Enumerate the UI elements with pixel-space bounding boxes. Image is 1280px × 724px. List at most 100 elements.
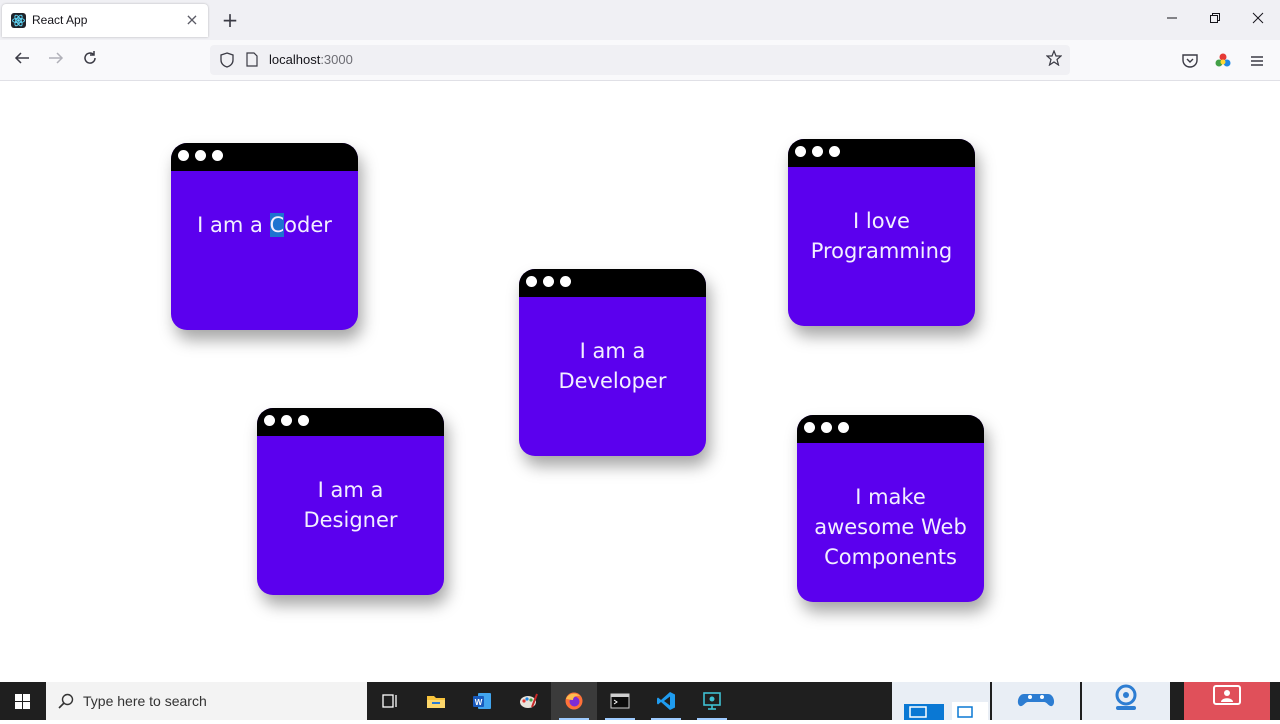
tray-camera[interactable] xyxy=(1082,682,1170,720)
tray-game-bar[interactable] xyxy=(992,682,1080,720)
tab-close-icon[interactable]: × xyxy=(184,10,200,30)
card-text: I am a Developer xyxy=(519,336,706,396)
desktop-preview-icon xyxy=(904,702,988,720)
card-text-part: oder xyxy=(284,213,332,237)
taskbar-firefox[interactable] xyxy=(551,682,597,720)
window-dot-icon xyxy=(526,276,537,287)
card-titlebar xyxy=(257,408,444,436)
task-view-button[interactable] xyxy=(367,682,413,720)
card-text-line: awesome Web xyxy=(814,515,967,539)
taskbar-word[interactable]: W xyxy=(459,682,505,720)
card-coder: I am a Coder xyxy=(171,143,358,330)
windows-taskbar: Type here to search W xyxy=(0,682,1280,720)
search-placeholder: Type here to search xyxy=(83,693,207,709)
minimize-button[interactable] xyxy=(1157,10,1187,30)
back-button[interactable] xyxy=(11,50,33,72)
navigation-toolbar: localhost:3000 xyxy=(0,40,1280,81)
url-text[interactable]: localhost:3000 xyxy=(269,52,353,67)
window-dot-icon xyxy=(804,422,815,433)
window-dot-icon xyxy=(821,422,832,433)
extension-color-icon[interactable] xyxy=(1214,52,1232,70)
pocket-icon[interactable] xyxy=(1181,52,1199,70)
forward-arrow-icon xyxy=(49,52,64,64)
vscode-icon xyxy=(657,692,675,710)
card-text-line: I make xyxy=(855,485,926,509)
react-favicon-icon xyxy=(11,13,26,28)
reload-icon xyxy=(84,51,96,64)
taskbar-paint[interactable] xyxy=(505,682,551,720)
bookmark-star-icon[interactable] xyxy=(1045,49,1063,71)
card-text-line: Programming xyxy=(810,239,953,263)
window-dot-icon xyxy=(543,276,554,287)
svg-text:W: W xyxy=(475,698,483,707)
card-developer: I am a Developer xyxy=(519,269,706,456)
window-dot-icon xyxy=(560,276,571,287)
window-dot-icon xyxy=(178,150,189,161)
window-dot-icon xyxy=(812,146,823,157)
close-icon xyxy=(1252,12,1264,24)
card-titlebar xyxy=(788,139,975,167)
screen-share-icon xyxy=(1213,685,1241,705)
card-text-line: I love xyxy=(853,209,910,233)
window-dot-icon xyxy=(795,146,806,157)
page-viewport: I am a Coder I love Programming I am a D… xyxy=(0,81,1280,682)
windows-logo-icon xyxy=(15,694,30,709)
window-dot-icon xyxy=(281,415,292,426)
card-text-line: Designer xyxy=(303,508,398,532)
tab-title: React App xyxy=(32,13,88,27)
start-button[interactable] xyxy=(0,682,46,720)
card-programming: I love Programming xyxy=(788,139,975,326)
card-text: I love Programming xyxy=(788,206,975,266)
tab-strip: React App × + xyxy=(0,0,1280,40)
minimize-icon xyxy=(1167,17,1177,19)
text-selection-highlight: C xyxy=(269,213,285,237)
tab-react-app[interactable]: React App × xyxy=(2,4,208,37)
card-text-part: I am a xyxy=(197,213,270,237)
new-tab-button[interactable]: + xyxy=(220,10,240,30)
address-bar[interactable]: localhost:3000 xyxy=(210,45,1070,75)
window-dot-icon xyxy=(195,150,206,161)
paint-icon xyxy=(520,693,538,708)
tray-tiles[interactable] xyxy=(892,682,990,720)
reload-button[interactable] xyxy=(79,50,101,72)
taskbar-search-box[interactable]: Type here to search xyxy=(46,682,367,720)
firefox-icon xyxy=(565,692,583,710)
file-explorer-icon xyxy=(427,696,445,708)
card-titlebar xyxy=(171,143,358,171)
window-dot-icon xyxy=(829,146,840,157)
url-host: localhost xyxy=(269,52,321,67)
remote-desktop-icon xyxy=(703,692,721,710)
game-controller-icon xyxy=(1017,694,1055,707)
taskbar-file-explorer[interactable] xyxy=(413,682,459,720)
close-window-button[interactable] xyxy=(1243,10,1273,30)
card-text-line: I am a xyxy=(317,478,384,502)
taskbar-terminal[interactable] xyxy=(597,682,643,720)
window-dot-icon xyxy=(212,150,223,161)
card-titlebar xyxy=(519,269,706,297)
card-titlebar xyxy=(797,415,984,443)
forward-button[interactable] xyxy=(45,50,67,72)
search-icon xyxy=(58,693,74,709)
card-text-line: Components xyxy=(824,545,957,569)
card-text-line: I am a xyxy=(579,339,646,363)
url-port: :3000 xyxy=(320,52,353,67)
page-info-icon[interactable] xyxy=(246,52,258,67)
restore-button[interactable] xyxy=(1200,10,1230,30)
tray-screen-share[interactable] xyxy=(1184,682,1270,720)
hamburger-menu-icon[interactable] xyxy=(1248,52,1266,70)
back-arrow-icon xyxy=(14,52,29,64)
tracking-protection-shield-icon[interactable] xyxy=(220,52,234,68)
card-text: I am a Designer xyxy=(257,475,444,535)
card-web-components: I make awesome Web Components xyxy=(797,415,984,602)
webcam-icon xyxy=(1115,684,1137,710)
task-view-icon xyxy=(382,694,397,708)
card-text-line: Developer xyxy=(558,369,667,393)
card-text: I make awesome Web Components xyxy=(797,482,984,572)
taskbar-vscode[interactable] xyxy=(643,682,689,720)
taskbar-remote-desktop[interactable] xyxy=(689,682,735,720)
word-icon: W xyxy=(473,693,491,709)
window-dot-icon xyxy=(298,415,309,426)
card-designer: I am a Designer xyxy=(257,408,444,595)
window-dot-icon xyxy=(838,422,849,433)
terminal-icon xyxy=(610,693,630,709)
